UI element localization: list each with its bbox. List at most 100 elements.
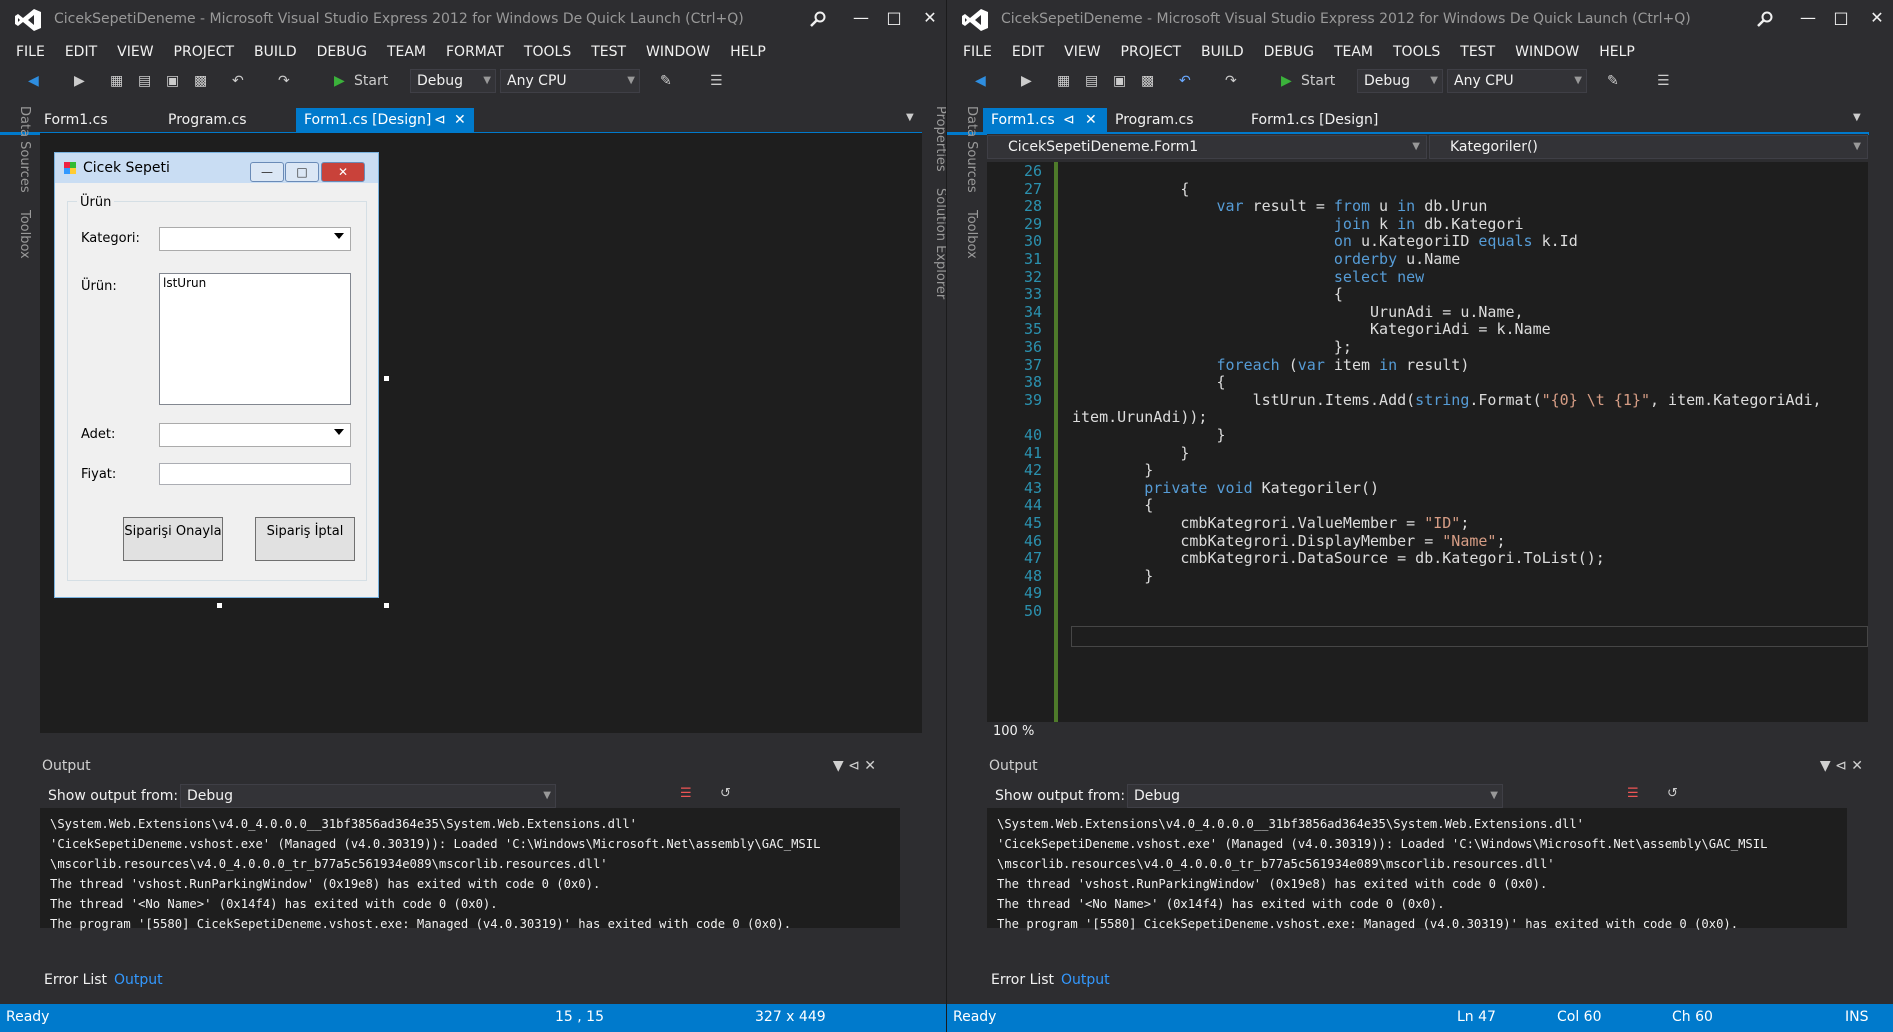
menu-test[interactable]: TEST [581,40,636,64]
siparis-iptal-button[interactable]: Sipariş İptal [255,517,355,561]
menu-edit[interactable]: EDIT [55,40,107,64]
tab-output[interactable]: Output [1061,972,1110,988]
menu-format[interactable]: FORMAT [436,40,514,64]
output-text-area[interactable]: \System.Web.Extensions\v4.0_4.0.0.0__31b… [40,808,900,931]
close-tab-icon[interactable]: ✕ [454,108,466,132]
tab-error-list[interactable]: Error List [44,972,107,988]
side-tab-toolbox[interactable]: Toolbox [957,210,979,259]
class-combo[interactable]: CicekSepetiDeneme.Form1 ▼ [987,135,1427,159]
tab-program-cs[interactable]: Program.cs [1107,108,1243,132]
config-combo[interactable]: Debug ▼ [1357,69,1443,93]
save-icon[interactable]: ▣ [166,70,179,92]
forward-icon[interactable]: ▶ [1021,70,1032,92]
member-combo[interactable]: Kategoriler() ▼ [1429,135,1868,159]
side-tab-properties[interactable]: Properties [926,106,946,172]
side-tab-toolbox[interactable]: Toolbox [10,210,32,259]
find-icon[interactable]: ✎ [1607,70,1619,92]
siparisi-onayla-button[interactable]: Siparişi Onayla [123,517,223,561]
pin-icon[interactable]: ⊲ [434,108,446,132]
fiyat-textbox[interactable] [159,463,351,485]
tab-error-list[interactable]: Error List [991,972,1054,988]
minimize-button[interactable]: — [849,6,873,30]
menu-build[interactable]: BUILD [1191,40,1254,64]
pin-icon[interactable]: ▼ ⊲ ✕ [833,758,876,774]
tab-form1-cs[interactable]: Form1.cs [36,108,160,132]
menu-window[interactable]: WINDOW [636,40,720,64]
minimize-button[interactable]: — [1796,6,1820,30]
menu-tools[interactable]: TOOLS [1383,40,1450,64]
side-tab-data-sources[interactable]: Data Sources [10,106,32,193]
menu-debug[interactable]: DEBUG [1254,40,1324,64]
side-tab-data-sources[interactable]: Data Sources [957,106,979,193]
tab-form1-cs[interactable]: Form1.cs ⊲ ✕ [983,108,1107,132]
menu-team[interactable]: TEAM [377,40,436,64]
resize-handle-bottom[interactable] [217,603,222,608]
menu-test[interactable]: TEST [1450,40,1505,64]
side-tab-solution-explorer[interactable]: Solution Explorer [926,188,946,299]
menu-build[interactable]: BUILD [244,40,307,64]
new-project-icon[interactable]: ▦ [1057,70,1070,92]
menu-debug[interactable]: DEBUG [307,40,377,64]
close-tab-icon[interactable]: ✕ [1085,108,1097,132]
menu-edit[interactable]: EDIT [1002,40,1054,64]
code-editor[interactable]: 26 27 {28 var result = from u in db.Urun 2… [987,162,1868,722]
menu-view[interactable]: VIEW [107,40,163,64]
tab-overflow-icon[interactable]: ▼ [906,112,914,123]
resize-handle-right[interactable] [384,376,389,381]
menu-tools[interactable]: TOOLS [514,40,581,64]
adet-combo[interactable] [159,423,351,447]
menu-file[interactable]: FILE [6,40,55,64]
clear-all-icon[interactable]: ☰ [1627,786,1639,801]
redo-icon[interactable]: ↷ [1225,70,1237,92]
close-button[interactable]: ✕ [1865,6,1889,30]
quick-launch[interactable]: Quick Launch (Ctrl+Q) [582,5,834,33]
undo-icon[interactable]: ↶ [1179,70,1191,92]
maximize-button[interactable]: □ [1829,6,1853,30]
undo-icon[interactable]: ↶ [232,70,244,92]
output-text-area[interactable]: \System.Web.Extensions\v4.0_4.0.0.0__31b… [987,808,1847,931]
new-project-icon[interactable]: ▦ [110,70,123,92]
zoom-level[interactable]: 100 % [993,724,1034,739]
save-all-icon[interactable]: ▩ [194,70,207,92]
menu-project[interactable]: PROJECT [164,40,245,64]
menu-window[interactable]: WINDOW [1505,40,1589,64]
config-combo[interactable]: Debug ▼ [410,69,496,93]
open-file-icon[interactable]: ▤ [1085,70,1098,92]
menu-file[interactable]: FILE [953,40,1002,64]
align-icon[interactable]: ☰ [710,70,723,92]
resize-handle-corner[interactable] [384,603,389,608]
form-minimize-button[interactable]: — [250,162,284,182]
start-icon[interactable]: ▶ [1281,70,1292,92]
tab-overflow-icon[interactable]: ▼ [1853,112,1861,123]
menu-team[interactable]: TEAM [1324,40,1383,64]
start-button[interactable]: Start [354,70,388,92]
tab-form1-design[interactable]: Form1.cs [Design] [1243,108,1421,132]
word-wrap-icon[interactable]: ↺ [1667,786,1678,801]
redo-icon[interactable]: ↷ [278,70,290,92]
word-wrap-icon[interactable]: ↺ [720,786,731,801]
kategori-combo[interactable] [159,227,351,251]
close-button[interactable]: ✕ [918,6,942,30]
output-source-combo[interactable]: Debug ▼ [1127,784,1503,808]
output-source-combo[interactable]: Debug ▼ [180,784,556,808]
pin-icon[interactable]: ▼ ⊲ ✕ [1820,758,1863,774]
start-icon[interactable]: ▶ [334,70,345,92]
maximize-button[interactable]: □ [882,6,906,30]
designed-form[interactable]: Cicek Sepeti — □ ✕ Ürün Kategori: Ürün: … [54,152,379,598]
urun-listbox[interactable]: lstUrun [159,273,351,405]
menu-help[interactable]: HELP [1589,40,1645,64]
tab-program-cs[interactable]: Program.cs [160,108,296,132]
forward-icon[interactable]: ▶ [74,70,85,92]
start-button[interactable]: Start [1301,70,1335,92]
tab-output[interactable]: Output [114,972,163,988]
quick-launch[interactable]: Quick Launch (Ctrl+Q) [1529,5,1781,33]
platform-combo[interactable]: Any CPU ▼ [500,69,640,93]
back-icon[interactable]: ◀ [975,70,986,92]
form-close-button[interactable]: ✕ [321,162,365,182]
menu-project[interactable]: PROJECT [1111,40,1192,64]
clear-all-icon[interactable]: ☰ [680,786,692,801]
open-file-icon[interactable]: ▤ [138,70,151,92]
comment-icon[interactable]: ☰ [1657,70,1670,92]
find-icon[interactable]: ✎ [660,70,672,92]
tab-form1-design[interactable]: Form1.cs [Design] ⊲ ✕ [296,108,474,132]
